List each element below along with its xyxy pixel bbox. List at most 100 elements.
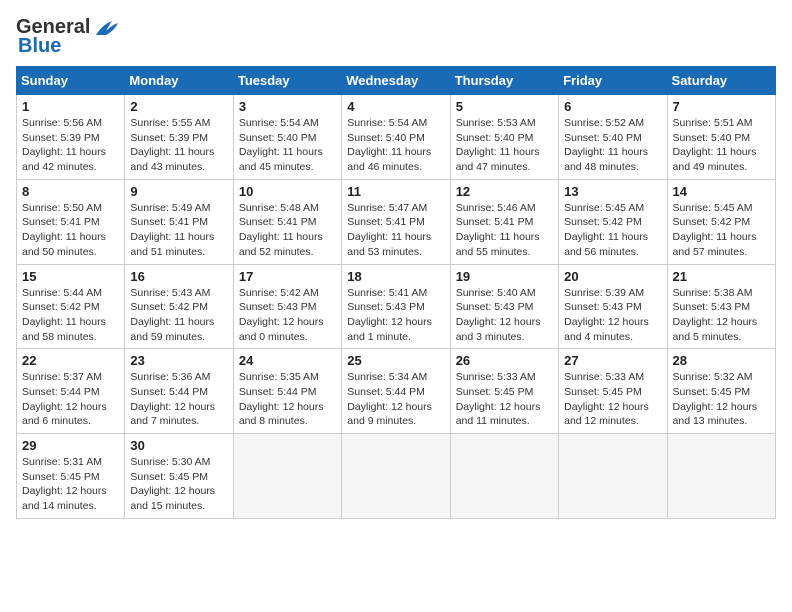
calendar-cell: 20Sunrise: 5:39 AM Sunset: 5:43 PM Dayli… xyxy=(559,264,667,349)
calendar-cell: 23 Sunrise: 5:36 AM Sunset: 5:44 PM Dayli… xyxy=(125,349,233,434)
calendar-table: SundayMondayTuesdayWednesdayThursdayFrid… xyxy=(16,66,776,519)
day-info: Sunrise: 5:44 AM Sunset: 5:42 PM Dayligh… xyxy=(22,286,119,345)
header-saturday: Saturday xyxy=(667,67,775,95)
day-number: 16 xyxy=(130,269,227,284)
day-number: 14 xyxy=(673,184,770,199)
calendar-cell: 21 Sunrise: 5:38 AM Sunset: 5:43 PM Dayli… xyxy=(667,264,775,349)
calendar-cell: 26 Sunrise: 5:33 AM Sunset: 5:45 PM Dayli… xyxy=(450,349,558,434)
day-info: Sunrise: 5:45 AM Sunset: 5:42 PM Dayligh… xyxy=(564,201,661,260)
day-number: 23 xyxy=(130,353,227,368)
calendar-cell: 7 Sunrise: 5:51 AM Sunset: 5:40 PM Daylig… xyxy=(667,95,775,180)
day-info: Sunrise: 5:45 AM Sunset: 5:42 PM Dayligh… xyxy=(673,201,770,260)
calendar-cell xyxy=(233,434,341,519)
header-thursday: Thursday xyxy=(450,67,558,95)
day-number: 12 xyxy=(456,184,553,199)
calendar-cell xyxy=(559,434,667,519)
calendar-cell: 8Sunrise: 5:50 AM Sunset: 5:41 PM Daylig… xyxy=(17,179,125,264)
day-number: 21 xyxy=(673,269,770,284)
calendar-cell: 17 Sunrise: 5:42 AM Sunset: 5:43 PM Dayli… xyxy=(233,264,341,349)
day-info: Sunrise: 5:47 AM Sunset: 5:41 PM Dayligh… xyxy=(347,201,444,260)
calendar-cell: 28 Sunrise: 5:32 AM Sunset: 5:45 PM Dayli… xyxy=(667,349,775,434)
day-number: 29 xyxy=(22,438,119,453)
day-number: 10 xyxy=(239,184,336,199)
calendar-week-5: 29Sunrise: 5:31 AM Sunset: 5:45 PM Dayli… xyxy=(17,434,776,519)
header-friday: Friday xyxy=(559,67,667,95)
calendar-cell: 14 Sunrise: 5:45 AM Sunset: 5:42 PM Dayli… xyxy=(667,179,775,264)
day-number: 26 xyxy=(456,353,553,368)
logo-bird-icon xyxy=(92,17,120,39)
day-number: 22 xyxy=(22,353,119,368)
day-info: Sunrise: 5:52 AM Sunset: 5:40 PM Dayligh… xyxy=(564,116,661,175)
calendar-week-3: 15 Sunrise: 5:44 AM Sunset: 5:42 PM Dayli… xyxy=(17,264,776,349)
day-number: 19 xyxy=(456,269,553,284)
calendar-cell xyxy=(342,434,450,519)
day-info: Sunrise: 5:38 AM Sunset: 5:43 PM Dayligh… xyxy=(673,286,770,345)
header-tuesday: Tuesday xyxy=(233,67,341,95)
day-info: Sunrise: 5:42 AM Sunset: 5:43 PM Dayligh… xyxy=(239,286,336,345)
day-number: 11 xyxy=(347,184,444,199)
calendar-cell: 15 Sunrise: 5:44 AM Sunset: 5:42 PM Dayli… xyxy=(17,264,125,349)
calendar-cell xyxy=(667,434,775,519)
day-info: Sunrise: 5:54 AM Sunset: 5:40 PM Dayligh… xyxy=(347,116,444,175)
day-number: 7 xyxy=(673,99,770,114)
calendar-cell: 9 Sunrise: 5:49 AM Sunset: 5:41 PM Daylig… xyxy=(125,179,233,264)
calendar-cell: 11 Sunrise: 5:47 AM Sunset: 5:41 PM Dayli… xyxy=(342,179,450,264)
day-info: Sunrise: 5:40 AM Sunset: 5:43 PM Dayligh… xyxy=(456,286,553,345)
day-number: 25 xyxy=(347,353,444,368)
day-info: Sunrise: 5:33 AM Sunset: 5:45 PM Dayligh… xyxy=(456,370,553,429)
header-sunday: Sunday xyxy=(17,67,125,95)
day-info: Sunrise: 5:41 AM Sunset: 5:43 PM Dayligh… xyxy=(347,286,444,345)
day-info: Sunrise: 5:36 AM Sunset: 5:44 PM Dayligh… xyxy=(130,370,227,429)
calendar-cell xyxy=(450,434,558,519)
calendar-cell: 13 Sunrise: 5:45 AM Sunset: 5:42 PM Dayli… xyxy=(559,179,667,264)
day-info: Sunrise: 5:54 AM Sunset: 5:40 PM Dayligh… xyxy=(239,116,336,175)
day-info: Sunrise: 5:53 AM Sunset: 5:40 PM Dayligh… xyxy=(456,116,553,175)
day-info: Sunrise: 5:39 AM Sunset: 5:43 PM Dayligh… xyxy=(564,286,661,345)
calendar-cell: 18 Sunrise: 5:41 AM Sunset: 5:43 PM Dayli… xyxy=(342,264,450,349)
day-info: Sunrise: 5:33 AM Sunset: 5:45 PM Dayligh… xyxy=(564,370,661,429)
day-info: Sunrise: 5:48 AM Sunset: 5:41 PM Dayligh… xyxy=(239,201,336,260)
calendar-cell: 29Sunrise: 5:31 AM Sunset: 5:45 PM Dayli… xyxy=(17,434,125,519)
day-number: 28 xyxy=(673,353,770,368)
day-info: Sunrise: 5:56 AM Sunset: 5:39 PM Dayligh… xyxy=(22,116,119,175)
day-number: 24 xyxy=(239,353,336,368)
day-number: 13 xyxy=(564,184,661,199)
day-number: 18 xyxy=(347,269,444,284)
calendar-cell: 2 Sunrise: 5:55 AM Sunset: 5:39 PM Daylig… xyxy=(125,95,233,180)
day-info: Sunrise: 5:46 AM Sunset: 5:41 PM Dayligh… xyxy=(456,201,553,260)
day-info: Sunrise: 5:35 AM Sunset: 5:44 PM Dayligh… xyxy=(239,370,336,429)
day-number: 1 xyxy=(22,99,119,114)
day-number: 6 xyxy=(564,99,661,114)
calendar-week-1: 1 Sunrise: 5:56 AM Sunset: 5:39 PM Daylig… xyxy=(17,95,776,180)
day-number: 30 xyxy=(130,438,227,453)
day-number: 9 xyxy=(130,184,227,199)
calendar-cell: 25 Sunrise: 5:34 AM Sunset: 5:44 PM Dayli… xyxy=(342,349,450,434)
day-number: 17 xyxy=(239,269,336,284)
calendar-cell: 12 Sunrise: 5:46 AM Sunset: 5:41 PM Dayli… xyxy=(450,179,558,264)
calendar-cell: 10 Sunrise: 5:48 AM Sunset: 5:41 PM Dayli… xyxy=(233,179,341,264)
logo: General Blue xyxy=(16,16,120,58)
calendar-week-2: 8Sunrise: 5:50 AM Sunset: 5:41 PM Daylig… xyxy=(17,179,776,264)
day-info: Sunrise: 5:34 AM Sunset: 5:44 PM Dayligh… xyxy=(347,370,444,429)
calendar-cell: 4 Sunrise: 5:54 AM Sunset: 5:40 PM Daylig… xyxy=(342,95,450,180)
day-info: Sunrise: 5:51 AM Sunset: 5:40 PM Dayligh… xyxy=(673,116,770,175)
day-info: Sunrise: 5:30 AM Sunset: 5:45 PM Dayligh… xyxy=(130,455,227,514)
day-info: Sunrise: 5:37 AM Sunset: 5:44 PM Dayligh… xyxy=(22,370,119,429)
day-number: 2 xyxy=(130,99,227,114)
day-info: Sunrise: 5:49 AM Sunset: 5:41 PM Dayligh… xyxy=(130,201,227,260)
calendar-cell: 30 Sunrise: 5:30 AM Sunset: 5:45 PM Dayli… xyxy=(125,434,233,519)
day-number: 3 xyxy=(239,99,336,114)
day-number: 5 xyxy=(456,99,553,114)
day-number: 4 xyxy=(347,99,444,114)
day-info: Sunrise: 5:32 AM Sunset: 5:45 PM Dayligh… xyxy=(673,370,770,429)
day-info: Sunrise: 5:55 AM Sunset: 5:39 PM Dayligh… xyxy=(130,116,227,175)
calendar-cell: 22 Sunrise: 5:37 AM Sunset: 5:44 PM Dayli… xyxy=(17,349,125,434)
day-number: 15 xyxy=(22,269,119,284)
calendar-cell: 6 Sunrise: 5:52 AM Sunset: 5:40 PM Daylig… xyxy=(559,95,667,180)
calendar-header-row: SundayMondayTuesdayWednesdayThursdayFrid… xyxy=(17,67,776,95)
calendar-cell: 1 Sunrise: 5:56 AM Sunset: 5:39 PM Daylig… xyxy=(17,95,125,180)
day-number: 27 xyxy=(564,353,661,368)
calendar-cell: 5 Sunrise: 5:53 AM Sunset: 5:40 PM Daylig… xyxy=(450,95,558,180)
calendar-cell: 3 Sunrise: 5:54 AM Sunset: 5:40 PM Daylig… xyxy=(233,95,341,180)
header-wednesday: Wednesday xyxy=(342,67,450,95)
